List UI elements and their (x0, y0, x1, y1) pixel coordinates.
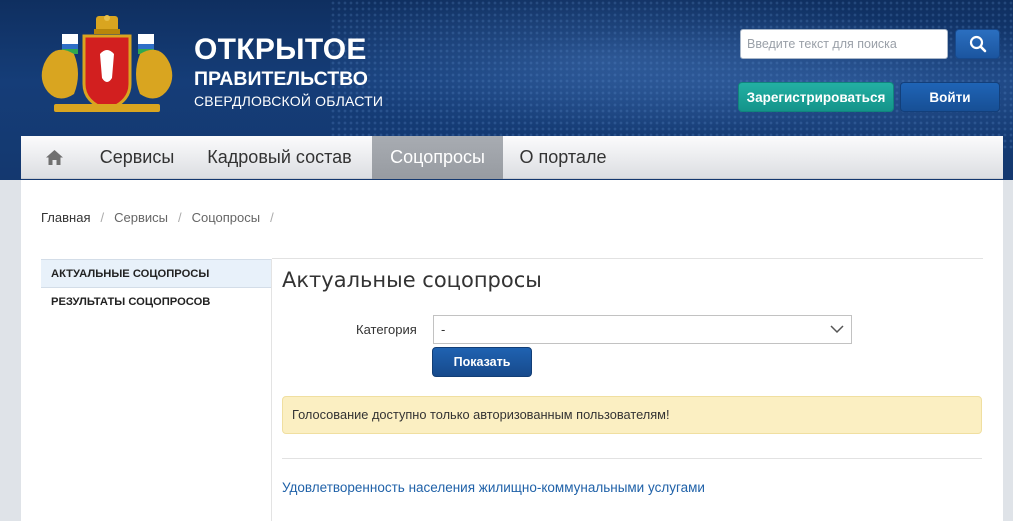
breadcrumb-separator: / (270, 210, 274, 225)
nav-item-staff[interactable]: Кадровый состав (187, 136, 372, 179)
category-select-value: - (441, 322, 446, 337)
sidebar-item-current-polls[interactable]: АКТУАЛЬНЫЕ СОЦОПРОСЫ (41, 259, 271, 288)
nav-item-about[interactable]: О портале (503, 136, 623, 179)
page-body: Главная / Сервисы / Соцопросы / АКТУАЛЬН… (21, 180, 1003, 521)
header-map-background (330, 0, 1013, 150)
show-button[interactable]: Показать (432, 347, 532, 377)
breadcrumb-item-polls[interactable]: Соцопросы (192, 210, 261, 225)
page-title: Актуальные соцопросы (282, 268, 542, 292)
search-button[interactable] (955, 29, 1000, 59)
category-select[interactable]: - (433, 315, 852, 344)
breadcrumb-separator: / (177, 210, 182, 225)
main-nav: Сервисы Кадровый состав Соцопросы О порт… (21, 136, 1003, 179)
content-top-divider (272, 258, 983, 259)
nav-item-polls[interactable]: Соцопросы (372, 136, 503, 179)
register-button[interactable]: Зарегистрироваться (738, 82, 894, 112)
sidebar-item-poll-results[interactable]: РЕЗУЛЬТАТЫ СОЦОПРОСОВ (41, 288, 271, 317)
nav-home[interactable] (21, 136, 87, 179)
auth-warning-alert: Голосование доступно только авторизованн… (282, 396, 982, 434)
breadcrumb-item-home[interactable]: Главная (41, 210, 90, 225)
breadcrumb: Главная / Сервисы / Соцопросы / (41, 210, 284, 225)
poll-link-housing-utilities[interactable]: Удовлетворенность населения жилищно-комм… (282, 480, 705, 495)
search-input[interactable] (740, 29, 948, 59)
breadcrumb-item-services[interactable]: Сервисы (114, 210, 168, 225)
brand-line-1: ОТКРЫТОЕ (194, 33, 367, 66)
brand-line-3: СВЕРДЛОВСКОЙ ОБЛАСТИ (194, 93, 384, 109)
sidebar-menu: АКТУАЛЬНЫЕ СОЦОПРОСЫ РЕЗУЛЬТАТЫ СОЦОПРОС… (41, 259, 271, 317)
login-button[interactable]: Войти (900, 82, 1000, 112)
search-icon (969, 35, 986, 53)
nav-item-services[interactable]: Сервисы (87, 136, 187, 179)
coat-of-arms-icon[interactable] (34, 14, 180, 118)
chevron-down-icon (830, 325, 844, 334)
category-label: Категория (356, 322, 417, 337)
content-divider (282, 458, 982, 459)
brand-title[interactable]: ОТКРЫТОЕ ПРАВИТЕЛЬСТВО СВЕРДЛОВСКОЙ ОБЛА… (194, 34, 383, 110)
brand-line-2: ПРАВИТЕЛЬСТВО (194, 68, 368, 90)
breadcrumb-separator: / (100, 210, 105, 225)
sidebar-divider (271, 259, 272, 521)
home-icon (45, 150, 63, 165)
